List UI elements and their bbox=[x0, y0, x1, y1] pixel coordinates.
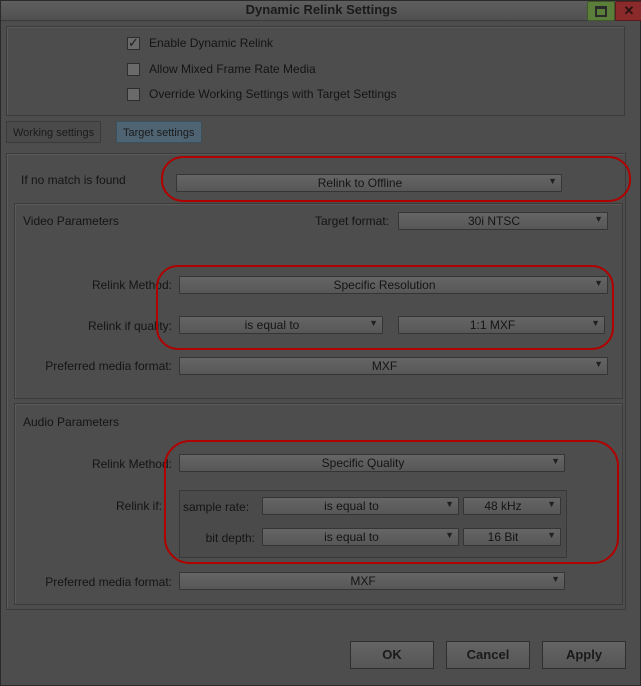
allow-mixed-frame-rate-label: Allow Mixed Frame Rate Media bbox=[149, 62, 316, 76]
allow-mixed-frame-rate-checkbox[interactable] bbox=[127, 62, 140, 76]
target-format-label: Target format: bbox=[314, 214, 389, 228]
annotation-highlight-audio-relink bbox=[164, 440, 619, 564]
audio-parameters-title: Audio Parameters bbox=[23, 415, 120, 429]
audio-preferred-format-label: Preferred media format: bbox=[45, 575, 172, 589]
target-format-value: 30i NTSC bbox=[467, 214, 520, 228]
annotation-highlight-video-relink bbox=[156, 265, 614, 350]
options-panel: Enable Dynamic Relink Allow Mixed Frame … bbox=[6, 26, 625, 116]
allow-mixed-frame-rate-row[interactable]: Allow Mixed Frame Rate Media bbox=[127, 62, 316, 76]
annotation-highlight-no-match bbox=[161, 156, 631, 202]
audio-preferred-format-value: MXF bbox=[350, 574, 376, 588]
video-relink-method-label: Relink Method: bbox=[91, 278, 172, 292]
video-parameters-title: Video Parameters bbox=[23, 214, 119, 228]
override-working-settings-row[interactable]: Override Working Settings with Target Se… bbox=[127, 87, 397, 101]
video-preferred-format-value: MXF bbox=[371, 359, 398, 373]
dialog-window: Dynamic Relink Settings ✕ Enable Dynamic… bbox=[0, 0, 641, 686]
chevron-down-icon: ▼ bbox=[551, 574, 560, 584]
title-bar: Dynamic Relink Settings ✕ bbox=[1, 1, 641, 21]
override-working-settings-label: Override Working Settings with Target Se… bbox=[149, 87, 397, 101]
chevron-down-icon: ▼ bbox=[594, 359, 603, 369]
video-preferred-format-dropdown[interactable]: MXF ▼ bbox=[179, 357, 608, 375]
chevron-down-icon: ▼ bbox=[594, 214, 603, 224]
close-icon: ✕ bbox=[623, 3, 635, 18]
maximize-icon bbox=[595, 5, 607, 17]
ok-button[interactable]: OK bbox=[350, 641, 434, 669]
tab-working-settings[interactable]: Working settings bbox=[6, 121, 102, 143]
no-match-label: If no match is found bbox=[21, 173, 126, 187]
override-working-settings-checkbox[interactable] bbox=[127, 87, 140, 101]
apply-button[interactable]: Apply bbox=[542, 641, 626, 669]
enable-dynamic-relink-checkbox[interactable] bbox=[127, 35, 140, 51]
enable-dynamic-relink-label: Enable Dynamic Relink bbox=[149, 36, 274, 50]
audio-relink-method-label: Relink Method: bbox=[91, 457, 172, 471]
tab-target-settings[interactable]: Target settings bbox=[116, 121, 202, 143]
maximize-button[interactable] bbox=[587, 1, 615, 21]
relink-if-label: Relink if: bbox=[115, 499, 162, 513]
close-button[interactable]: ✕ bbox=[615, 1, 641, 21]
target-format-dropdown[interactable]: 30i NTSC ▼ bbox=[398, 212, 608, 230]
enable-dynamic-relink-row[interactable]: Enable Dynamic Relink bbox=[127, 35, 274, 51]
window-title: Dynamic Relink Settings bbox=[245, 2, 398, 17]
relink-if-quality-label: Relink if quality: bbox=[87, 319, 172, 333]
cancel-button[interactable]: Cancel bbox=[446, 641, 530, 669]
video-preferred-format-label: Preferred media format: bbox=[45, 359, 172, 373]
audio-preferred-format-dropdown[interactable]: MXF ▼ bbox=[179, 572, 565, 590]
